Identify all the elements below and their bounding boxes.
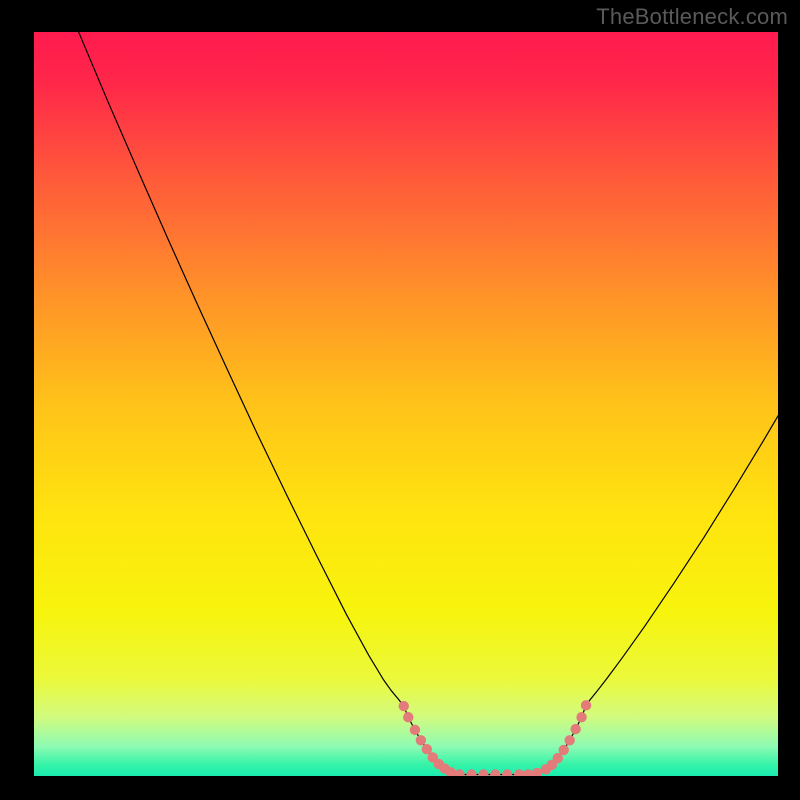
entry-dot	[422, 744, 432, 754]
entry-dot	[446, 767, 456, 776]
bottleneck-chart-svg	[34, 32, 778, 776]
entry-dot	[559, 745, 569, 755]
chart-area	[34, 32, 778, 776]
entry-dot	[565, 735, 575, 745]
entry-dot	[410, 725, 420, 735]
entry-dot	[479, 770, 489, 776]
entry-dot	[416, 735, 426, 745]
entry-dot	[490, 770, 500, 776]
entry-dot	[553, 753, 563, 763]
entry-dot	[532, 768, 542, 776]
entry-dot	[467, 770, 477, 776]
watermark-label: TheBottleneck.com	[596, 4, 788, 30]
entry-dot	[502, 770, 512, 776]
entry-dot	[514, 770, 524, 776]
entry-dot	[523, 770, 533, 776]
gradient-background	[34, 32, 778, 776]
entry-dot	[403, 712, 413, 722]
entry-dot	[571, 724, 581, 734]
entry-dot	[581, 700, 591, 710]
entry-dot	[399, 701, 409, 711]
entry-dot	[455, 770, 465, 776]
entry-dot	[577, 712, 587, 722]
